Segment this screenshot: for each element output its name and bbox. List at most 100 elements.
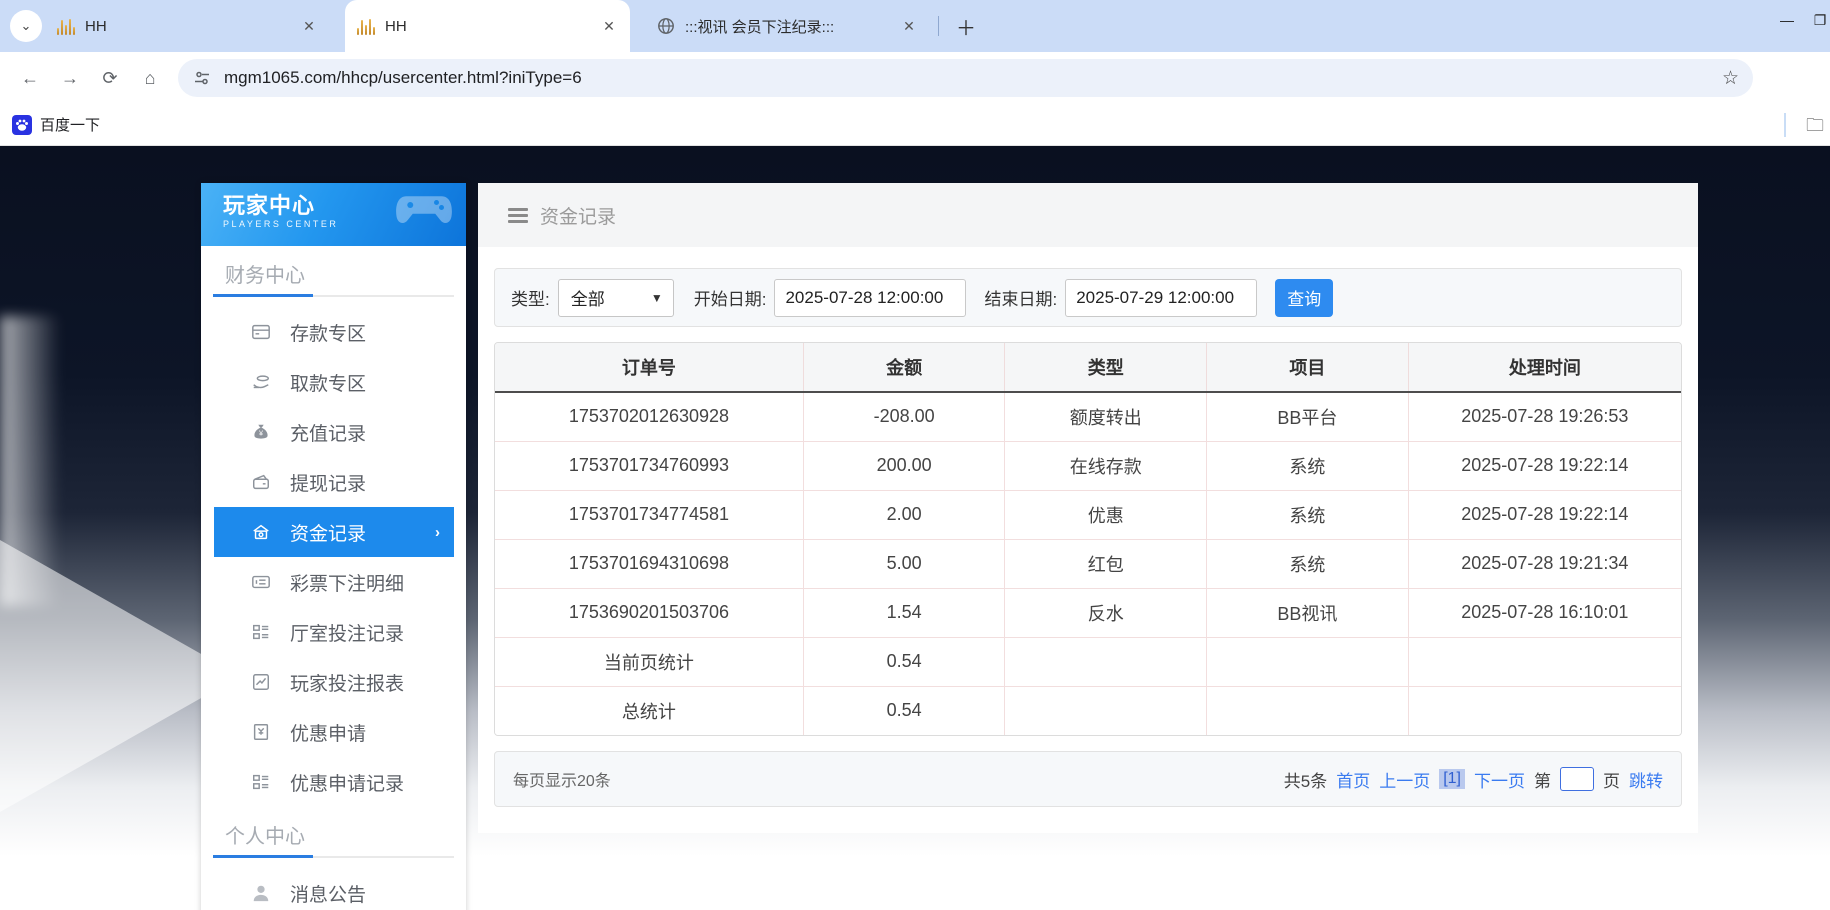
promo-apply-record-icon bbox=[250, 771, 272, 793]
back-icon[interactable]: ← bbox=[13, 61, 47, 95]
sidebar-item-recharge-record[interactable]: ¥ 充值记录 bbox=[214, 407, 454, 457]
cell-project: BB视讯 bbox=[1207, 588, 1409, 637]
browser-tab-2-active[interactable]: HH ✕ bbox=[345, 0, 630, 52]
sidebar-banner: 玩家中心 PLAYERS CENTER bbox=[201, 183, 466, 246]
page-size-text: 每页显示20条 bbox=[513, 767, 611, 791]
sidebar-item-label: 优惠申请记录 bbox=[290, 769, 404, 796]
page-title: 资金记录 bbox=[540, 202, 616, 229]
cell-summary-label: 总统计 bbox=[495, 686, 803, 735]
new-tab-button[interactable]: ＋ bbox=[952, 12, 980, 40]
start-date-label: 开始日期: bbox=[694, 285, 767, 310]
col-type: 类型 bbox=[1005, 343, 1207, 392]
table-header-row: 订单号 金额 类型 项目 处理时间 bbox=[495, 343, 1681, 392]
chevron-right-icon: › bbox=[435, 524, 440, 541]
sidebar-item-lottery-bet-detail[interactable]: 彩票下注明细 bbox=[214, 557, 454, 607]
cell-process-time: 2025-07-28 16:10:01 bbox=[1408, 588, 1681, 637]
address-bar[interactable]: mgm1065.com/hhcp/usercenter.html?iniType… bbox=[178, 59, 1753, 97]
tab-close-icon[interactable]: ✕ bbox=[300, 17, 318, 35]
player-bet-report-icon bbox=[250, 671, 272, 693]
sidebar-section-personal: 个人中心 bbox=[201, 807, 466, 858]
section-underline bbox=[213, 856, 454, 858]
cell-amount: 2.00 bbox=[803, 490, 1005, 539]
message-notice-icon bbox=[250, 882, 272, 904]
sidebar-item-label: 厅室投注记录 bbox=[290, 619, 404, 646]
cell-amount: -208.00 bbox=[803, 392, 1005, 441]
filter-bar: 类型: 全部 ▼ 开始日期: 结束日期: 查询 bbox=[494, 268, 1682, 327]
site-settings-icon[interactable] bbox=[192, 68, 212, 88]
search-button[interactable]: 查询 bbox=[1275, 279, 1333, 317]
sidebar-item-label: 资金记录 bbox=[290, 519, 366, 546]
bookmarks-folder-icon[interactable]: 🗀 bbox=[1806, 113, 1824, 143]
funds-record-icon bbox=[250, 521, 272, 543]
gamepad-icon bbox=[394, 191, 454, 234]
sidebar-item-label: 消息公告 bbox=[290, 880, 366, 907]
col-order-no: 订单号 bbox=[495, 343, 803, 392]
type-select[interactable]: 全部 ▼ bbox=[558, 279, 674, 317]
funds-table: 订单号 金额 类型 项目 处理时间 1753702012630928 -208.… bbox=[495, 343, 1681, 735]
cell-type: 红包 bbox=[1005, 539, 1207, 588]
cell-process-time: 2025-07-28 19:21:34 bbox=[1408, 539, 1681, 588]
cell-order-no: 1753690201503706 bbox=[495, 588, 803, 637]
tab-close-icon[interactable]: ✕ bbox=[600, 17, 618, 35]
col-project: 项目 bbox=[1207, 343, 1409, 392]
first-page-link[interactable]: 首页 bbox=[1336, 767, 1370, 792]
section-label: 个人中心 bbox=[213, 822, 454, 856]
end-date-input[interactable] bbox=[1065, 279, 1257, 317]
pagination-bar: 每页显示20条 共5条 首页 上一页 [1] 下一页 第 页 跳转 bbox=[494, 751, 1682, 807]
cell-amount: 1.54 bbox=[803, 588, 1005, 637]
total-count-text: 共5条 bbox=[1284, 767, 1327, 792]
tab-close-icon[interactable]: ✕ bbox=[900, 17, 918, 35]
start-date-input[interactable] bbox=[774, 279, 966, 317]
baidu-favicon bbox=[12, 115, 32, 135]
forward-icon[interactable]: → bbox=[53, 61, 87, 95]
bookmark-baidu[interactable]: 百度一下 bbox=[40, 114, 100, 135]
bookmark-star-icon[interactable]: ☆ bbox=[1722, 67, 1739, 90]
sidebar-item-label: 存款专区 bbox=[290, 319, 366, 346]
jump-go-link[interactable]: 跳转 bbox=[1629, 767, 1663, 792]
sidebar-item-label: 彩票下注明细 bbox=[290, 569, 404, 596]
minimize-button[interactable]: — bbox=[1764, 0, 1810, 40]
browser-tab-1[interactable]: HH ✕ bbox=[45, 0, 330, 52]
cell-project: BB平台 bbox=[1207, 392, 1409, 441]
reload-icon[interactable]: ⟳ bbox=[93, 61, 127, 95]
sidebar-item-message-notice[interactable]: 消息公告 bbox=[214, 868, 454, 910]
globe-icon bbox=[657, 17, 675, 35]
jump-suffix-text: 页 bbox=[1603, 767, 1620, 792]
cell-type: 额度转出 bbox=[1005, 392, 1207, 441]
tab-title: HH bbox=[85, 18, 292, 35]
section-underline bbox=[213, 295, 454, 297]
withdrawal-wallet-icon bbox=[250, 471, 272, 493]
sidebar-section-finance: 财务中心 bbox=[201, 246, 466, 297]
cell-summary-label: 当前页统计 bbox=[495, 637, 803, 686]
cell-summary-amount: 0.54 bbox=[803, 637, 1005, 686]
sidebar-item-promo-apply[interactable]: 优惠申请 bbox=[214, 707, 454, 757]
current-page-indicator: [1] bbox=[1439, 769, 1465, 789]
prev-page-link[interactable]: 上一页 bbox=[1379, 767, 1430, 792]
deposit-card-icon bbox=[250, 321, 272, 343]
table-row: 1753701734774581 2.00 优惠 系统 2025-07-28 1… bbox=[495, 490, 1681, 539]
sidebar-item-withdraw-zone[interactable]: 取款专区 bbox=[214, 357, 454, 407]
tab-search-button[interactable]: ⌄ bbox=[10, 10, 42, 42]
cell-order-no: 1753702012630928 bbox=[495, 392, 803, 441]
type-label: 类型: bbox=[511, 285, 550, 310]
cell-amount: 5.00 bbox=[803, 539, 1005, 588]
cell-type: 在线存款 bbox=[1005, 441, 1207, 490]
cell-project: 系统 bbox=[1207, 441, 1409, 490]
cell-type: 优惠 bbox=[1005, 490, 1207, 539]
jump-page-input[interactable] bbox=[1560, 767, 1594, 791]
sidebar-item-funds-record[interactable]: 资金记录 › bbox=[214, 507, 454, 557]
next-page-link[interactable]: 下一页 bbox=[1474, 767, 1525, 792]
cell-summary-amount: 0.54 bbox=[803, 686, 1005, 735]
sidebar-item-withdrawal-record[interactable]: 提现记录 bbox=[214, 457, 454, 507]
browser-toolbar: ← → ⟳ ⌂ mgm1065.com/hhcp/usercenter.html… bbox=[0, 52, 1830, 104]
sidebar-item-promo-apply-record[interactable]: 优惠申请记录 bbox=[214, 757, 454, 807]
home-icon[interactable]: ⌂ bbox=[133, 61, 167, 95]
sidebar-item-player-bet-report[interactable]: 玩家投注报表 bbox=[214, 657, 454, 707]
url-text: mgm1065.com/hhcp/usercenter.html?iniType… bbox=[224, 68, 1710, 88]
sidebar-item-hall-bet-record[interactable]: 厅室投注记录 bbox=[214, 607, 454, 657]
withdraw-hand-icon bbox=[250, 371, 272, 393]
sidebar-item-deposit-zone[interactable]: 存款专区 bbox=[214, 307, 454, 357]
sidebar-item-label: 优惠申请 bbox=[290, 719, 366, 746]
browser-tab-3[interactable]: :::视讯 会员下注纪录::: ✕ bbox=[645, 0, 930, 52]
maximize-button[interactable]: ❐ bbox=[1810, 0, 1830, 40]
